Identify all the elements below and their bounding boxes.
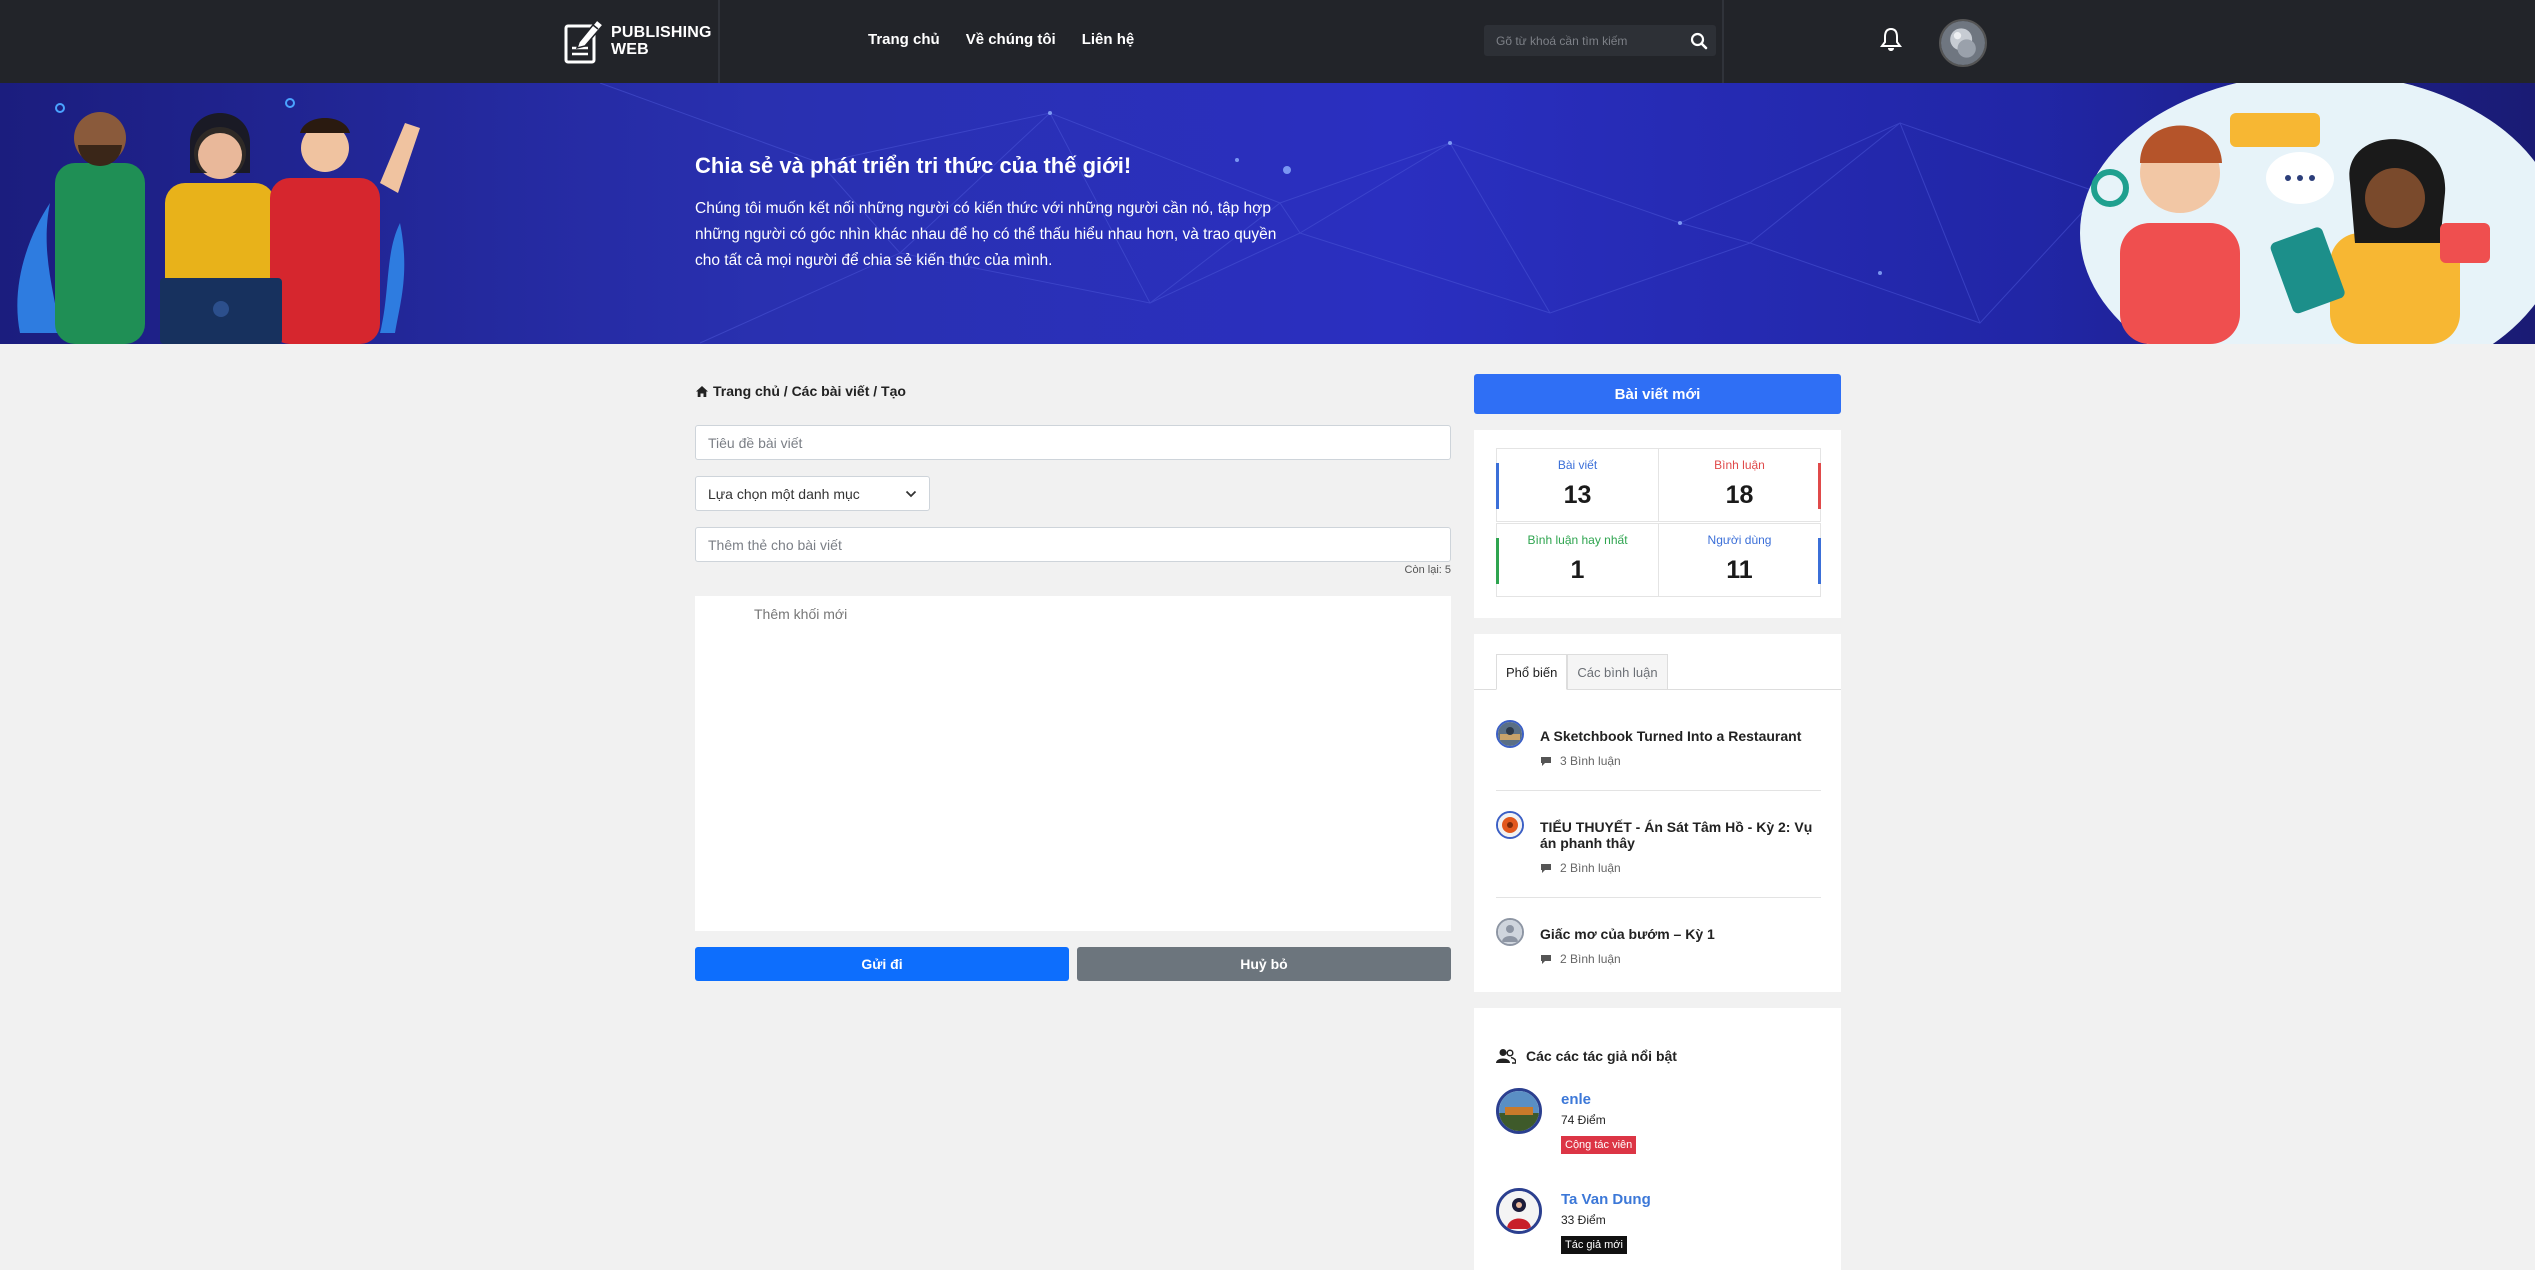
author-badge: Cộng tác viên <box>1561 1136 1637 1154</box>
author-avatar[interactable] <box>1496 1188 1542 1234</box>
stat-value: 1 <box>1570 556 1585 584</box>
tab-popular[interactable]: Phổ biến <box>1496 654 1568 690</box>
home-icon[interactable] <box>695 385 709 398</box>
category-select[interactable]: Lựa chọn một danh mục <box>695 476 930 511</box>
post-comment-count: 2 Bình luận <box>1540 952 1621 966</box>
bell-icon[interactable] <box>1880 26 1902 52</box>
featured-authors-title: Các các tác giả nổi bật <box>1526 1048 1677 1064</box>
site-logo[interactable]: PUBLISHING WEB <box>563 12 713 70</box>
post-divider <box>1496 790 1821 791</box>
chevron-down-icon <box>905 490 917 498</box>
nav-link-about[interactable]: Về chúng tôi <box>966 31 1056 48</box>
breadcrumb-text[interactable]: Trang chủ / Các bài viết / Tạo <box>713 383 906 399</box>
stat-accent-bar <box>1818 538 1821 584</box>
post-divider <box>1496 897 1821 898</box>
user-avatar[interactable] <box>1939 19 1987 67</box>
new-post-button[interactable]: Bài viết mới <box>1474 374 1841 414</box>
stat-label: Người dùng <box>1707 533 1772 547</box>
post-comment-count: 3 Bình luận <box>1540 754 1621 768</box>
hero-title: Chia sẻ và phát triển tri thức của thế g… <box>695 153 1132 178</box>
breadcrumb: Trang chủ / Các bài viết / Tạo <box>695 383 906 399</box>
author-points: 74 Điểm <box>1561 1113 1606 1127</box>
post-comment-count: 2 Bình luận <box>1540 861 1621 875</box>
logo-text: PUBLISHING WEB <box>611 24 712 58</box>
sidebar-tabs: Phổ biến Các bình luận <box>1496 654 1668 690</box>
navbar-divider <box>718 0 720 83</box>
search-box <box>1484 25 1716 56</box>
post-title[interactable]: TIỂU THUYẾT - Án Sát Tâm Hồ - Kỳ 2: Vụ á… <box>1540 819 1830 851</box>
comment-icon <box>1541 954 1551 964</box>
stat-value: 13 <box>1563 481 1592 509</box>
author-badge: Tác giả mới <box>1561 1236 1627 1254</box>
author-avatar[interactable] <box>1496 1088 1542 1134</box>
stat-value: 11 <box>1726 556 1753 584</box>
tags-remaining-count: Còn lại: 5 <box>1404 564 1451 576</box>
navbar-divider <box>1722 0 1724 83</box>
stat-accent-bar <box>1496 463 1499 509</box>
search-icon[interactable] <box>1690 32 1708 50</box>
submit-button[interactable]: Gửi đi <box>695 947 1069 981</box>
nav-links: Trang chủ Về chúng tôi Liên hệ <box>868 31 1134 48</box>
featured-authors-heading: Các các tác giả nổi bật <box>1496 1048 1677 1064</box>
content-editor[interactable]: Thêm khối mới <box>695 596 1451 931</box>
post-thumbnail <box>1496 720 1524 748</box>
people-illustration-left <box>17 98 420 344</box>
post-thumbnail <box>1496 918 1524 946</box>
search-input[interactable] <box>1484 25 1679 56</box>
comment-icon <box>1541 756 1551 766</box>
stat-value: 18 <box>1725 481 1754 509</box>
stat-accent-bar <box>1818 463 1821 509</box>
post-title-input[interactable] <box>695 425 1451 460</box>
pen-document-icon <box>564 18 605 64</box>
top-navbar: PUBLISHING WEB Trang chủ Về chúng tôi Li… <box>0 0 2535 83</box>
comment-icon <box>1541 863 1551 873</box>
logo-line-2: WEB <box>611 41 649 58</box>
hero-description: Chúng tôi muốn kết nối những người có ki… <box>695 200 1277 269</box>
stat-accent-bar <box>1496 538 1499 584</box>
tab-comments[interactable]: Các bình luận <box>1567 654 1668 690</box>
avatar-image <box>1941 21 1985 65</box>
nav-link-contact[interactable]: Liên hệ <box>1082 31 1135 48</box>
comment-count-text: 3 Bình luận <box>1560 754 1621 768</box>
stat-users: Người dùng 11 <box>1658 523 1821 597</box>
stat-best-comments: Bình luận hay nhất 1 <box>1496 523 1659 597</box>
people-illustration-right <box>2080 83 2535 344</box>
cancel-button[interactable]: Huỷ bỏ <box>1077 947 1451 981</box>
logo-line-1: PUBLISHING <box>611 24 712 41</box>
stats-card: Bài viết 13 Bình luận 18 Bình luận hay n… <box>1474 430 1841 618</box>
post-tags-input[interactable] <box>695 527 1451 562</box>
users-icon <box>1496 1049 1516 1064</box>
category-select-value: Lựa chọn một danh mục <box>708 485 860 502</box>
comment-count-text: 2 Bình luận <box>1560 952 1621 966</box>
popular-posts-card: Phổ biến Các bình luận A Sketchbook Turn… <box>1474 634 1841 992</box>
author-name[interactable]: Ta Van Dung <box>1561 1191 1651 1208</box>
author-name[interactable]: enle <box>1561 1091 1591 1108</box>
post-thumbnail <box>1496 811 1524 839</box>
editor-placeholder: Thêm khối mới <box>754 606 848 622</box>
featured-authors-card: Các các tác giả nổi bật enle 74 Điểm Cộn… <box>1474 1008 1841 1270</box>
nav-link-home[interactable]: Trang chủ <box>868 31 940 48</box>
post-title[interactable]: A Sketchbook Turned Into a Restaurant <box>1540 728 1830 744</box>
stat-label: Bình luận hay nhất <box>1527 533 1628 547</box>
hero-banner: Chia sẻ và phát triển tri thức của thế g… <box>0 83 2535 344</box>
stat-label: Bình luận <box>1714 458 1765 472</box>
author-points: 33 Điểm <box>1561 1213 1606 1227</box>
comment-count-text: 2 Bình luận <box>1560 861 1621 875</box>
post-title[interactable]: Giấc mơ của bướm – Kỳ 1 <box>1540 926 1830 942</box>
stat-comments: Bình luận 18 <box>1658 448 1821 522</box>
stat-posts: Bài viết 13 <box>1496 448 1659 522</box>
stat-label: Bài viết <box>1557 458 1598 472</box>
